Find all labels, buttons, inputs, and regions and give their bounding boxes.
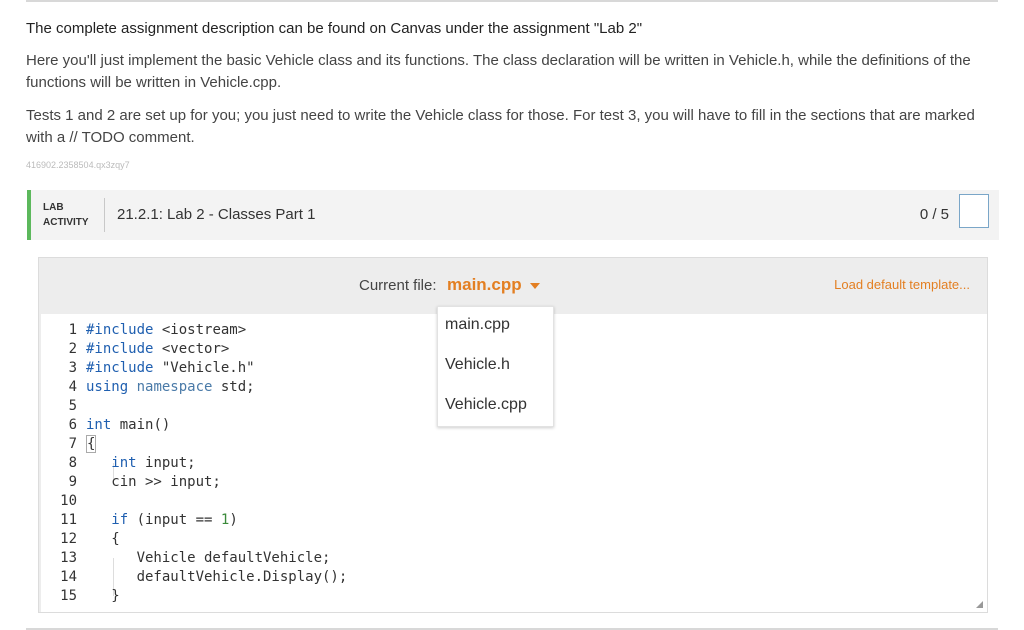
line-number: 13	[60, 550, 77, 566]
code-line: 6 int main()	[41, 416, 347, 435]
line-number: 1	[68, 322, 77, 338]
code-line: 2 #include <vector>	[41, 340, 347, 359]
line-number: 5	[68, 398, 77, 414]
lab-score: 0 / 5	[919, 206, 949, 223]
line-number: 7	[68, 436, 77, 452]
current-file-name: main.cpp	[447, 275, 522, 294]
line-number: 11	[60, 512, 77, 528]
code-line: 7{	[41, 435, 347, 454]
line-number: 15	[60, 588, 77, 604]
code-line: 3 #include "Vehicle.h"	[41, 359, 347, 378]
line-number: 3	[68, 360, 77, 376]
line-number: 12	[60, 531, 77, 547]
code-line: 1 #include <iostream>	[41, 321, 347, 340]
line-number: 6	[68, 417, 77, 433]
resize-handle-icon[interactable]	[976, 601, 983, 608]
assignment-heading: The complete assignment description can …	[26, 20, 643, 37]
lab-activity-header: LAB ACTIVITY 21.2.1: Lab 2 - Classes Par…	[27, 190, 999, 240]
code-line: 15 }	[41, 587, 347, 606]
lab-title: 21.2.1: Lab 2 - Classes Part 1	[117, 206, 316, 223]
line-number: 8	[68, 455, 77, 471]
code-line: 14 defaultVehicle.Display();	[41, 568, 347, 587]
code-line: 10	[41, 492, 347, 511]
code-line: 5	[41, 397, 347, 416]
file-option-vehicle-h[interactable]: Vehicle.h	[445, 356, 510, 374]
code-line: 4 using namespace std;	[41, 378, 347, 397]
current-file-dropdown[interactable]: main.cpp	[447, 275, 540, 295]
file-dropdown-menu: main.cpp Vehicle.h Vehicle.cpp	[437, 306, 554, 427]
code-line: 12 {	[41, 530, 347, 549]
line-number: 14	[60, 569, 77, 585]
caret-down-icon	[529, 282, 540, 289]
lab-header-divider	[104, 198, 105, 232]
file-option-main-cpp[interactable]: main.cpp	[445, 316, 510, 334]
line-number: 9	[68, 474, 77, 490]
load-default-template-link[interactable]: Load default template...	[834, 277, 970, 292]
lab-tag-line2: ACTIVITY	[43, 217, 89, 228]
lab-activity-tag: LAB ACTIVITY	[43, 200, 89, 230]
description-paragraph-2: Tests 1 and 2 are set up for you; you ju…	[26, 107, 975, 146]
line-number: 10	[60, 493, 77, 509]
line-number: 4	[68, 379, 77, 395]
line-number: 2	[68, 341, 77, 357]
lab-tag-line1: LAB	[43, 202, 64, 213]
completion-box-icon	[959, 194, 989, 228]
file-option-vehicle-cpp[interactable]: Vehicle.cpp	[445, 396, 527, 414]
code-line: 9 cin >> input;	[41, 473, 347, 492]
code-lines: 1 #include <iostream> 2 #include <vector> …	[41, 321, 347, 606]
description-paragraph-1: Here you'll just implement the basic Veh…	[26, 52, 971, 91]
top-divider	[26, 0, 998, 2]
current-file-label: Current file:	[359, 277, 437, 294]
code-line: 8 int input;	[41, 454, 347, 473]
watermark-id: 416902.2358504.qx3zqy7	[26, 160, 130, 170]
code-line: 13 Vehicle defaultVehicle;	[41, 549, 347, 568]
code-line: 11 if (input == 1)	[41, 511, 347, 530]
